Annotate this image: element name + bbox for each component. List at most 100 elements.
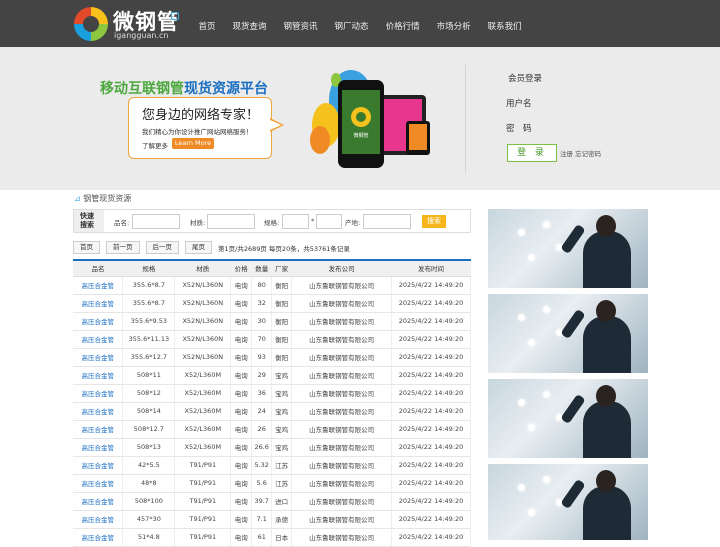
table-cell: 39.7 [251,492,273,511]
section-title-text: 钢管现货资源 [83,194,132,203]
search-bar: 快速 搜索 品名: 材质: 规格: * 产地: 搜索 [73,209,471,233]
table-row[interactable]: 高压合金管 508*12.7 X52/L360M 电询 26 宝鸡 山东鲁联钢管有限公司 20… [73,420,472,439]
table-row[interactable]: 高压合金管 508*13 X52/L360M 电询 26.6 宝鸡 山东鲁联钢管有限公司 20… [73,438,472,457]
search-label-line1: 快速 [80,212,94,220]
product-name-link[interactable]: 高压合金管 [73,456,124,475]
table-row[interactable]: 高压合金管 42*5.5 T91/P91 电询 5.32 江苏 山东鲁联钢管有限公司 2025… [73,456,472,475]
product-name-link[interactable]: 高压合金管 [73,402,124,421]
table-cell: 山东鲁联钢管有限公司 [291,312,392,331]
nav-item-mills[interactable]: 钢厂动态 [335,0,369,47]
table-row[interactable]: 高压合金管 355.6*11.13 X52N/L360N 电询 70 衡阳 山东鲁联钢管有限… [73,330,472,349]
ad-image-3[interactable] [488,379,648,458]
origin-input[interactable] [363,214,411,229]
table-cell: 日本 [271,528,293,547]
table-cell: 山东鲁联钢管有限公司 [291,474,392,493]
table-cell: 电询 [230,276,253,295]
table-cell: T91/P91 [174,510,232,529]
table-row[interactable]: 高压合金管 51*4.8 T91/P91 电询 61 日本 山东鲁联钢管有限公司 2025/4… [73,528,472,547]
ad-image-1[interactable] [488,209,648,288]
table-row[interactable]: 高压合金管 508*100 T91/P91 电询 39.7 进口 山东鲁联钢管有限公司 202… [73,492,472,511]
table-row[interactable]: 高压合金管 355.6*12.7 X52N/L360N 电询 93 衡阳 山东鲁联钢管有限公… [73,348,472,367]
nav-item-news[interactable]: 钢管资讯 [284,0,318,47]
table-cell: 355.6*12.7 [122,348,176,367]
bubble-title: 您身边的网络专家！ [142,108,260,123]
table-cell: X52/L360M [174,402,232,421]
table-row[interactable]: 高压合金管 355.6*9.53 X52N/L360N 电询 30 衡阳 山东鲁联钢管有限公… [73,312,472,331]
login-button[interactable]: 登 录 [507,144,557,162]
product-name-link[interactable]: 高压合金管 [73,330,124,349]
product-name-link[interactable]: 高压合金管 [73,528,124,547]
more-text: 了解更多 [142,142,168,150]
table-row[interactable]: 高压合金管 457*30 T91/P91 电询 7.1 承德 山东鲁联钢管有限公司 2025/… [73,510,472,529]
ad-image-2[interactable] [488,294,648,373]
spec-input-2[interactable] [316,214,342,229]
table-cell: 2025/4/22 14:49:20 [391,420,472,439]
table-header-row: 品名 规格 材质 价格 数量 厂家 发布公司 发布时间 [73,259,471,277]
product-name-link[interactable]: 高压合金管 [73,384,124,403]
ad-image-4[interactable] [488,464,648,540]
forgot-password-link[interactable]: 忘记密码 [575,150,601,158]
nav-item-home[interactable]: 首页 [199,0,216,47]
login-title: 会员登录 [508,74,543,84]
nav-item-stock[interactable]: 现货查询 [233,0,267,47]
table-row[interactable]: 高压合金管 355.6*8.7 X52N/L360N 电询 32 衡阳 山东鲁联钢管有限公司… [73,294,472,313]
column-header: 厂家 [271,259,292,277]
logo-icon[interactable] [74,7,108,41]
product-name-link[interactable]: 高压合金管 [73,366,124,385]
table-cell: 2025/4/22 14:49:20 [391,330,472,349]
table-row[interactable]: 高压合金管 508*11 X52/L360M 电询 29 宝鸡 山东鲁联钢管有限公司 2025… [73,366,472,385]
material-input[interactable] [207,214,255,229]
table-cell: 江苏 [271,474,293,493]
table-row[interactable]: 高压合金管 508*12 X52/L360M 电询 36 宝鸡 山东鲁联钢管有限公司 2025… [73,384,472,403]
product-name-link[interactable]: 高压合金管 [73,294,124,313]
bubble-text: 我们精心为你设计推广网站网络服务！ [142,128,253,136]
next-page-button[interactable]: 后一页 [145,241,179,254]
last-page-button[interactable]: 尾页 [185,241,212,254]
product-name-link[interactable]: 高压合金管 [73,348,124,367]
first-page-button[interactable]: 首页 [73,241,100,254]
origin-label: 产地: [345,219,361,227]
product-name-link[interactable]: 高压合金管 [73,438,124,457]
table-cell: X52/L360M [174,420,232,439]
learn-more-button[interactable]: Learn More [172,138,214,149]
search-button[interactable]: 搜索 [422,215,446,228]
prev-page-button[interactable]: 前一页 [106,241,140,254]
register-link[interactable]: 注册 [560,150,573,158]
main-nav: 首页 现货查询 钢管资讯 钢厂动态 价格行情 市场分析 联系我们 [190,0,530,47]
table-cell: 山东鲁联钢管有限公司 [291,294,392,313]
column-header: 发布时间 [391,259,471,277]
table-cell: 70 [251,330,273,349]
nav-item-prices[interactable]: 价格行情 [386,0,420,47]
name-input[interactable] [132,214,180,229]
product-name-link[interactable]: 高压合金管 [73,510,124,529]
table-row[interactable]: 高压合金管 508*14 X52/L360M 电询 24 宝鸡 山东鲁联钢管有限公司 2025… [73,402,472,421]
table-cell: 24 [251,402,273,421]
logo-domain: igangguan.cn [114,31,169,40]
table-cell: 508*12.7 [122,420,176,439]
table-cell: 61 [251,528,273,547]
table-cell: 2025/4/22 14:49:20 [391,456,472,475]
table-cell: 5.32 [251,456,273,475]
section-title: ⊿ 钢管现货资源 [74,193,131,204]
nav-item-analysis[interactable]: 市场分析 [437,0,471,47]
product-name-link[interactable]: 高压合金管 [73,420,124,439]
table-row[interactable]: 高压合金管 355.6*8.7 X52N/L360N 电询 80 衡阳 山东鲁联钢管有限公司… [73,276,472,295]
nav-item-contact[interactable]: 联系我们 [488,0,522,47]
table-cell: 电询 [230,384,253,403]
table-cell: 355.6*11.13 [122,330,176,349]
table-cell: 山东鲁联钢管有限公司 [291,456,392,475]
table-cell: 衡阳 [271,312,293,331]
login-links: 注册 忘记密码 [560,148,601,158]
product-name-link[interactable]: 高压合金管 [73,474,124,493]
table-cell: 宝鸡 [271,420,293,439]
product-name-link[interactable]: 高压合金管 [73,312,124,331]
table-cell: X52/L360M [174,438,232,457]
table-cell: 42*5.5 [122,456,176,475]
table-cell: 衡阳 [271,330,293,349]
product-name-link[interactable]: 高压合金管 [73,276,124,295]
table-cell: 355.6*8.7 [122,294,176,313]
page-info: 第1页/共2689页 每页20条，共53761条记录 [218,244,350,253]
table-row[interactable]: 高压合金管 48*8 T91/P91 电询 5.6 江苏 山东鲁联钢管有限公司 2025/4/… [73,474,472,493]
product-name-link[interactable]: 高压合金管 [73,492,124,511]
spec-input-1[interactable] [282,214,309,229]
